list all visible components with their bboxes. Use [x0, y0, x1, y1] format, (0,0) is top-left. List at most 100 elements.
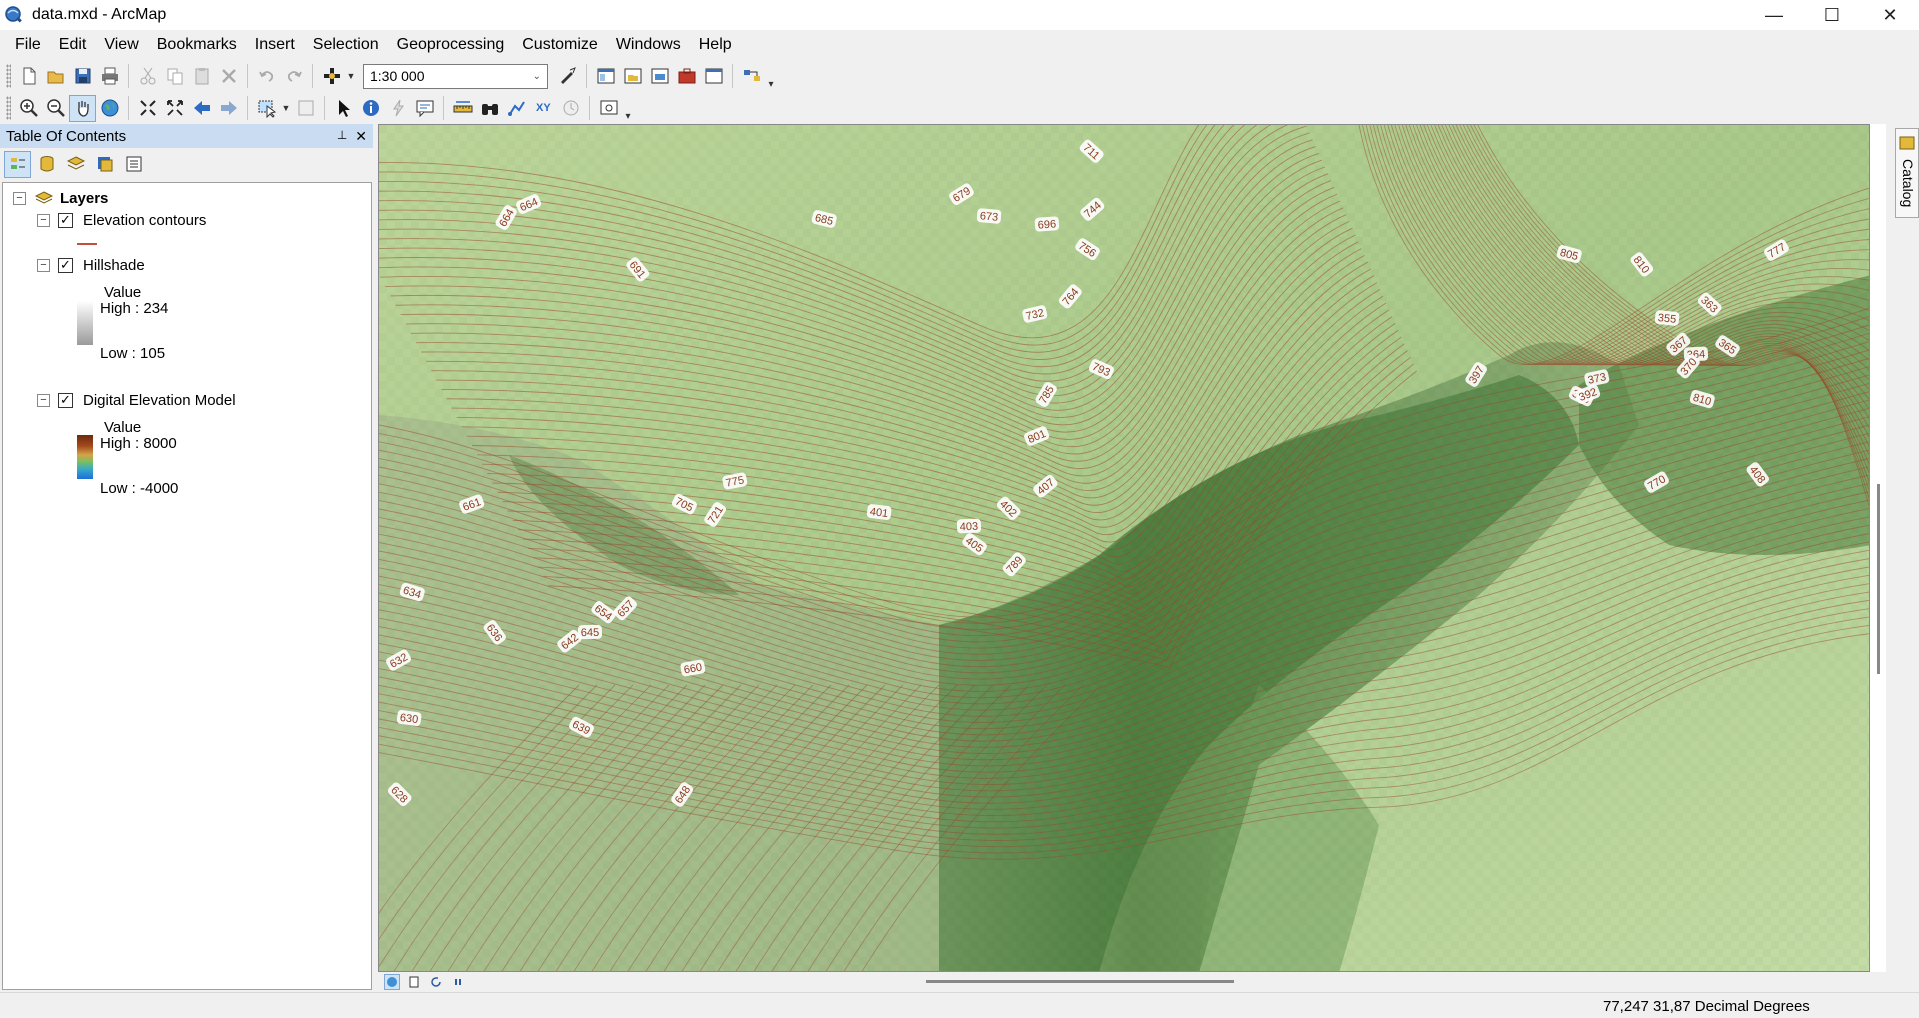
- map-display[interactable]: 664 664 685 691 679 673 711 744 696 756 764 732 793 7…: [378, 124, 1870, 972]
- options-button[interactable]: [120, 151, 147, 178]
- model-builder-button[interactable]: [738, 63, 765, 90]
- layer-hillshade-row[interactable]: − ✓ Hillshade: [37, 254, 145, 276]
- html-popup-button[interactable]: [411, 95, 438, 122]
- contour-line-symbol: [77, 243, 97, 245]
- menu-file[interactable]: File: [6, 30, 50, 60]
- time-slider-button[interactable]: [557, 95, 584, 122]
- layer-dem-row[interactable]: − ✓ Digital Elevation Model: [37, 389, 236, 411]
- fixed-zoom-out-button[interactable]: [161, 95, 188, 122]
- contour-label-text: 401: [869, 506, 889, 520]
- contour-label: 355: [1654, 310, 1680, 326]
- menu-edit[interactable]: Edit: [50, 30, 96, 60]
- list-by-source-button[interactable]: [33, 151, 60, 178]
- list-by-drawing-order-button[interactable]: [4, 150, 31, 178]
- hyperlink-button[interactable]: [384, 95, 411, 122]
- dem-color-ramp: [77, 435, 93, 479]
- clear-selection-button[interactable]: [292, 95, 319, 122]
- menu-geoprocessing[interactable]: Geoprocessing: [388, 30, 514, 60]
- title-bar: data.mxd - ArcMap — ☐ ✕: [0, 0, 1919, 30]
- cut-button[interactable]: [134, 63, 161, 90]
- select-features-dropdown-icon[interactable]: ▼: [280, 103, 292, 113]
- contour-label-text: 673: [979, 210, 998, 224]
- fixed-zoom-in-icon: [139, 100, 156, 116]
- open-button[interactable]: [42, 63, 69, 90]
- toc-layer-tree: − Layers − ✓ Elevation contours − ✓ Hill…: [2, 182, 372, 990]
- layer-visibility-checkbox[interactable]: ✓: [58, 212, 73, 228]
- next-extent-button[interactable]: [215, 95, 242, 122]
- save-button[interactable]: [69, 63, 96, 90]
- catalog-window-button[interactable]: [619, 63, 646, 90]
- measure-button[interactable]: [449, 95, 476, 122]
- collapse-layer-icon[interactable]: −: [37, 258, 50, 272]
- toolbar-overflow-chevron-icon[interactable]: ▾: [765, 62, 777, 90]
- search-window-button[interactable]: [646, 63, 673, 90]
- pause-drawing-button[interactable]: [450, 974, 466, 990]
- new-document-button[interactable]: [15, 63, 42, 90]
- identify-button[interactable]: [357, 95, 384, 122]
- undo-button[interactable]: [253, 63, 280, 90]
- toc-close-button[interactable]: ✕: [355, 128, 367, 145]
- pin-icon[interactable]: ⊥: [337, 128, 347, 145]
- layers-root-row[interactable]: − Layers: [13, 187, 108, 209]
- go-to-xy-button[interactable]: XY: [530, 95, 557, 122]
- close-button[interactable]: ✕: [1861, 0, 1919, 30]
- menu-help[interactable]: Help: [690, 30, 741, 60]
- layout-view-button[interactable]: [406, 974, 422, 990]
- map-view-toggles: [378, 972, 1886, 992]
- table-of-contents-window-button[interactable]: [592, 63, 619, 90]
- toolbar-separator: [312, 64, 313, 88]
- minimize-button[interactable]: —: [1745, 0, 1803, 30]
- layer-visibility-checkbox[interactable]: ✓: [58, 392, 73, 408]
- create-viewer-window-button[interactable]: [595, 95, 622, 122]
- select-elements-button[interactable]: [330, 95, 357, 122]
- list-by-visibility-button[interactable]: [62, 151, 89, 178]
- full-extent-button[interactable]: [96, 95, 123, 122]
- find-button[interactable]: [476, 95, 503, 122]
- arctoolbox-window-button[interactable]: [673, 63, 700, 90]
- pan-button[interactable]: [69, 94, 96, 122]
- find-route-button[interactable]: [503, 95, 530, 122]
- zoom-in-button[interactable]: [15, 95, 42, 122]
- menu-selection[interactable]: Selection: [304, 30, 388, 60]
- editor-toolbar-button[interactable]: [554, 63, 581, 90]
- paste-button[interactable]: [188, 63, 215, 90]
- copy-button[interactable]: [161, 63, 188, 90]
- print-button[interactable]: [96, 63, 123, 90]
- layer-elevation-contours-row[interactable]: − ✓ Elevation contours: [37, 209, 206, 231]
- menu-customize[interactable]: Customize: [513, 30, 607, 60]
- catalog-dock-tab[interactable]: Catalog: [1895, 128, 1919, 218]
- zoom-out-button[interactable]: [42, 95, 69, 122]
- python-window-button[interactable]: [700, 63, 727, 90]
- map-horizontal-scroll-thumb[interactable]: [926, 980, 1234, 983]
- select-features-button[interactable]: [253, 95, 280, 122]
- add-data-dropdown-icon[interactable]: ▼: [345, 71, 357, 81]
- menu-view[interactable]: View: [95, 30, 147, 60]
- data-view-globe-icon: [387, 977, 397, 987]
- menu-insert[interactable]: Insert: [246, 30, 304, 60]
- redo-button[interactable]: [280, 63, 307, 90]
- data-view-button[interactable]: [384, 974, 400, 990]
- previous-extent-button[interactable]: [188, 95, 215, 122]
- refresh-button[interactable]: [428, 974, 444, 990]
- pause-icon: [455, 979, 461, 985]
- collapse-layer-icon[interactable]: −: [37, 393, 50, 407]
- map-scale-combobox[interactable]: 1:30 000 ⌄: [363, 63, 548, 89]
- layer-visibility-checkbox[interactable]: ✓: [58, 257, 73, 273]
- arrow-left-icon: [193, 101, 210, 115]
- add-data-button[interactable]: [318, 63, 345, 90]
- collapse-layer-icon[interactable]: −: [37, 213, 50, 227]
- map-canvas[interactable]: 6646646856916796737117446967567647327937…: [379, 125, 1870, 972]
- toolbar-grip[interactable]: [6, 96, 11, 120]
- menu-windows[interactable]: Windows: [607, 30, 690, 60]
- list-by-selection-button[interactable]: [91, 151, 118, 178]
- undo-icon: [258, 71, 273, 82]
- collapse-layers-icon[interactable]: −: [13, 191, 26, 205]
- fixed-zoom-in-button[interactable]: [134, 95, 161, 122]
- maximize-button[interactable]: ☐: [1803, 0, 1861, 30]
- toolbar-grip[interactable]: [6, 64, 11, 88]
- delete-button[interactable]: [215, 63, 242, 90]
- toolbar-overflow-chevron-icon[interactable]: ▾: [622, 94, 634, 122]
- map-vertical-scroll-thumb[interactable]: [1877, 484, 1880, 674]
- menu-bookmarks[interactable]: Bookmarks: [148, 30, 246, 60]
- search-window-icon: [651, 68, 668, 84]
